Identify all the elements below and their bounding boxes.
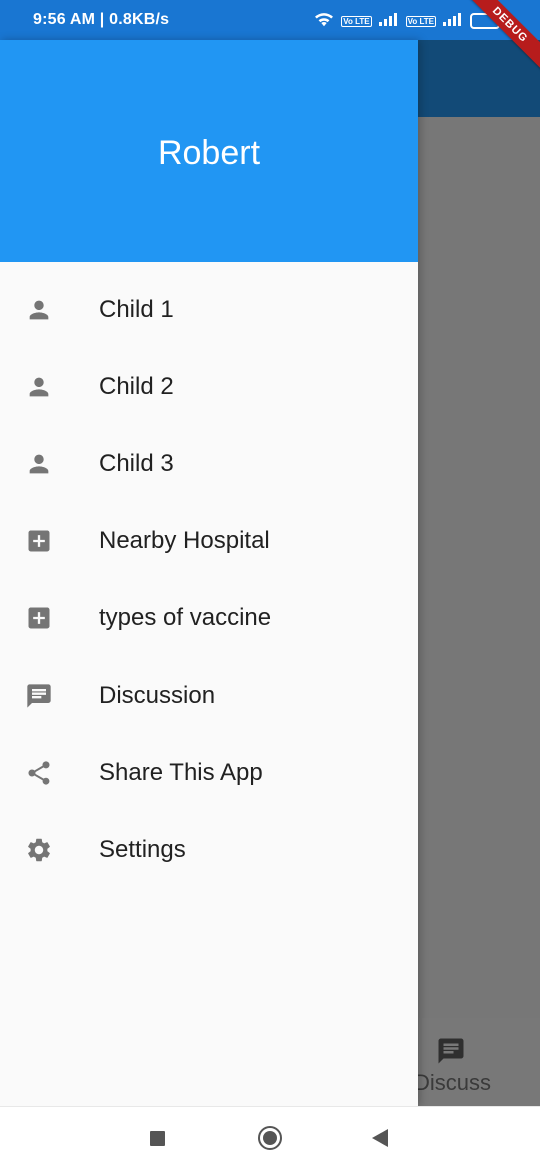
person-icon: [24, 295, 54, 325]
chat-icon: [436, 1036, 466, 1066]
menu-item-child-2[interactable]: Child 2: [0, 348, 418, 425]
menu-item-settings[interactable]: Settings: [0, 811, 418, 888]
menu-item-types-of-vaccine[interactable]: types of vaccine: [0, 580, 418, 657]
menu-item-label: Child 2: [99, 372, 174, 400]
menu-item-nearby-hospital[interactable]: Nearby Hospital: [0, 503, 418, 580]
signal-icon: [378, 12, 400, 31]
menu-item-child-3[interactable]: Child 3: [0, 425, 418, 502]
medical-plus-icon: [24, 526, 54, 556]
menu-item-child-1[interactable]: Child 1: [0, 271, 418, 348]
status-bar: 9:56 AM | 0.8KB/s Vo LTE Vo LTE DEBUG: [0, 0, 540, 74]
drawer-header: Robert: [0, 40, 418, 262]
signal-icon-2: [442, 12, 464, 31]
gear-icon: [24, 835, 54, 865]
home-button-icon[interactable]: [258, 1126, 282, 1150]
menu-item-discussion[interactable]: Discussion: [0, 657, 418, 734]
bottom-nav-discuss-tab: Discuss: [408, 1032, 492, 1098]
navigation-drawer: Robert Child 1 Child 2 Child 3 Nearby Ho…: [0, 40, 418, 1106]
discuss-tab-label: Discuss: [414, 1070, 492, 1095]
recents-button-icon[interactable]: [150, 1131, 165, 1146]
menu-item-label: Discussion: [99, 681, 216, 709]
status-icons: Vo LTE Vo LTE: [313, 10, 500, 32]
menu-item-label: Settings: [99, 835, 186, 863]
system-navigation-bar: [0, 1106, 540, 1171]
menu-item-label: Share This App: [99, 758, 263, 786]
menu-item-label: Nearby Hospital: [99, 527, 270, 555]
person-icon: [24, 449, 54, 479]
share-icon: [24, 758, 54, 788]
person-icon: [24, 372, 54, 402]
menu-item-share-this-app[interactable]: Share This App: [0, 734, 418, 811]
user-name: Robert: [157, 134, 261, 172]
menu-item-label: types of vaccine: [99, 604, 272, 632]
medical-plus-icon: [24, 603, 54, 633]
menu-item-label: Child 1: [99, 295, 174, 323]
chat-icon: [24, 681, 54, 711]
volte-icon: Vo LTE: [341, 15, 372, 27]
menu-item-label: Child 3: [99, 449, 174, 477]
drawer-menu: Child 1 Child 2 Child 3 Nearby Hospital: [0, 271, 418, 889]
volte-icon-2: Vo LTE: [405, 15, 436, 27]
status-time: 9:56 AM | 0.8KB/s: [33, 11, 170, 28]
back-button-icon[interactable]: [372, 1129, 388, 1147]
wifi-icon: [313, 10, 335, 33]
